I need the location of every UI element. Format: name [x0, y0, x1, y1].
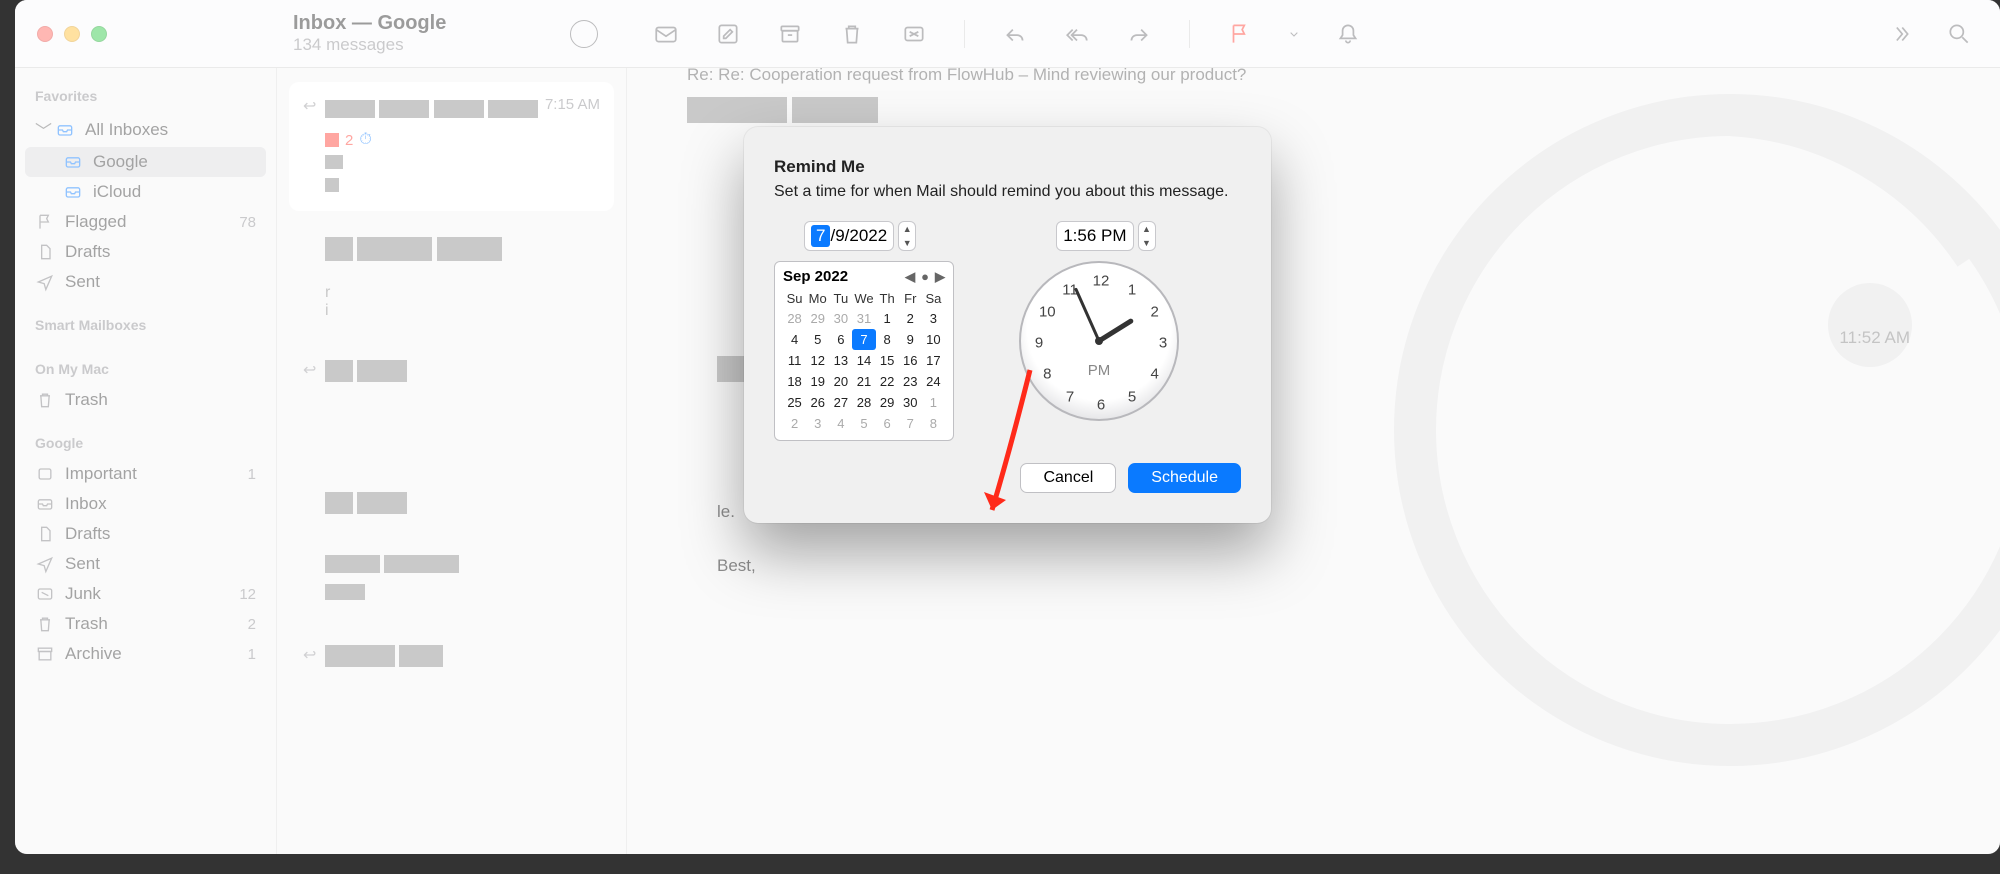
calendar-month-label: Sep 2022: [783, 268, 848, 285]
clock-number: 2: [1151, 304, 1159, 321]
calendar-day[interactable]: 7: [899, 413, 922, 434]
stepper-down-icon[interactable]: ▼: [899, 236, 915, 250]
calendar-dow: We: [852, 289, 875, 308]
calendar-day[interactable]: 30: [899, 392, 922, 413]
calendar-dow: Su: [783, 289, 806, 308]
clock-number: 4: [1151, 366, 1159, 383]
cancel-button[interactable]: Cancel: [1020, 463, 1116, 493]
calendar-day[interactable]: 2: [783, 413, 806, 434]
clock-minute-hand[interactable]: [1074, 288, 1100, 342]
time-stepper[interactable]: ▲ ▼: [1138, 221, 1156, 251]
clock-number: 12: [1093, 273, 1110, 290]
schedule-button[interactable]: Schedule: [1128, 463, 1241, 493]
calendar-today-icon[interactable]: ●: [921, 269, 929, 285]
calendar-next-icon[interactable]: ▶: [935, 269, 945, 285]
calendar-day[interactable]: 10: [922, 329, 945, 350]
stepper-up-icon[interactable]: ▲: [899, 222, 915, 236]
calendar-day[interactable]: 5: [852, 413, 875, 434]
calendar-day[interactable]: 31: [852, 308, 875, 329]
calendar-day[interactable]: 29: [806, 308, 829, 329]
calendar-day[interactable]: 20: [829, 371, 852, 392]
calendar-prev-icon[interactable]: ◀: [905, 269, 915, 285]
calendar-day[interactable]: 2: [899, 308, 922, 329]
dialog-description: Set a time for when Mail should remind y…: [774, 181, 1241, 203]
calendar-day[interactable]: 16: [899, 350, 922, 371]
stepper-up-icon[interactable]: ▲: [1139, 222, 1155, 236]
dialog-title: Remind Me: [774, 157, 1241, 177]
calendar-day[interactable]: 11: [783, 350, 806, 371]
calendar-day[interactable]: 13: [829, 350, 852, 371]
remind-me-dialog: Remind Me Set a time for when Mail shoul…: [744, 127, 1271, 523]
calendar-day[interactable]: 6: [876, 413, 899, 434]
calendar-day[interactable]: 9: [899, 329, 922, 350]
calendar-day[interactable]: 6: [829, 329, 852, 350]
calendar-day[interactable]: 29: [876, 392, 899, 413]
date-stepper[interactable]: ▲ ▼: [898, 221, 916, 251]
calendar-day[interactable]: 17: [922, 350, 945, 371]
calendar-day[interactable]: 3: [806, 413, 829, 434]
calendar-day[interactable]: 23: [899, 371, 922, 392]
clock-number: 5: [1128, 389, 1136, 406]
calendar[interactable]: Sep 2022 ◀ ● ▶ SuMoTuWeThFrSa28293031123…: [774, 261, 954, 441]
calendar-day[interactable]: 22: [876, 371, 899, 392]
clock-number: 7: [1066, 389, 1074, 406]
calendar-dow: Tu: [829, 289, 852, 308]
calendar-day[interactable]: 18: [783, 371, 806, 392]
calendar-day[interactable]: 26: [806, 392, 829, 413]
clock-number: 10: [1039, 304, 1056, 321]
calendar-day[interactable]: 21: [852, 371, 875, 392]
calendar-dow: Mo: [806, 289, 829, 308]
calendar-day[interactable]: 12: [806, 350, 829, 371]
calendar-day[interactable]: 1: [876, 308, 899, 329]
clock-number: 9: [1035, 335, 1043, 352]
calendar-day[interactable]: 24: [922, 371, 945, 392]
date-day-selected[interactable]: 7: [811, 225, 830, 247]
clock-ampm: PM: [1088, 362, 1111, 379]
clock-number: 3: [1159, 335, 1167, 352]
calendar-day[interactable]: 30: [829, 308, 852, 329]
calendar-day[interactable]: 25: [783, 392, 806, 413]
calendar-day[interactable]: 27: [829, 392, 852, 413]
calendar-day[interactable]: 28: [783, 308, 806, 329]
analog-clock[interactable]: 121234567891011 PM: [1019, 261, 1179, 421]
calendar-day[interactable]: 8: [922, 413, 945, 434]
calendar-day[interactable]: 14: [852, 350, 875, 371]
date-rest[interactable]: 9/2022: [835, 226, 887, 246]
calendar-day[interactable]: 19: [806, 371, 829, 392]
clock-number: 6: [1097, 397, 1105, 414]
date-field[interactable]: 7 / 9/2022: [804, 221, 894, 251]
calendar-day[interactable]: 3: [922, 308, 945, 329]
calendar-day[interactable]: 1: [922, 392, 945, 413]
clock-number: 1: [1128, 281, 1136, 298]
calendar-dow: Th: [876, 289, 899, 308]
stepper-down-icon[interactable]: ▼: [1139, 236, 1155, 250]
time-value[interactable]: 1:56 PM: [1063, 226, 1126, 246]
calendar-day[interactable]: 4: [783, 329, 806, 350]
clock-hour-hand[interactable]: [1098, 318, 1135, 343]
calendar-day[interactable]: 7: [852, 329, 875, 350]
calendar-day[interactable]: 5: [806, 329, 829, 350]
clock-number: 8: [1043, 366, 1051, 383]
calendar-dow: Sa: [922, 289, 945, 308]
calendar-dow: Fr: [899, 289, 922, 308]
time-field[interactable]: 1:56 PM: [1056, 221, 1133, 251]
calendar-day[interactable]: 28: [852, 392, 875, 413]
calendar-day[interactable]: 15: [876, 350, 899, 371]
calendar-day[interactable]: 4: [829, 413, 852, 434]
calendar-day[interactable]: 8: [876, 329, 899, 350]
